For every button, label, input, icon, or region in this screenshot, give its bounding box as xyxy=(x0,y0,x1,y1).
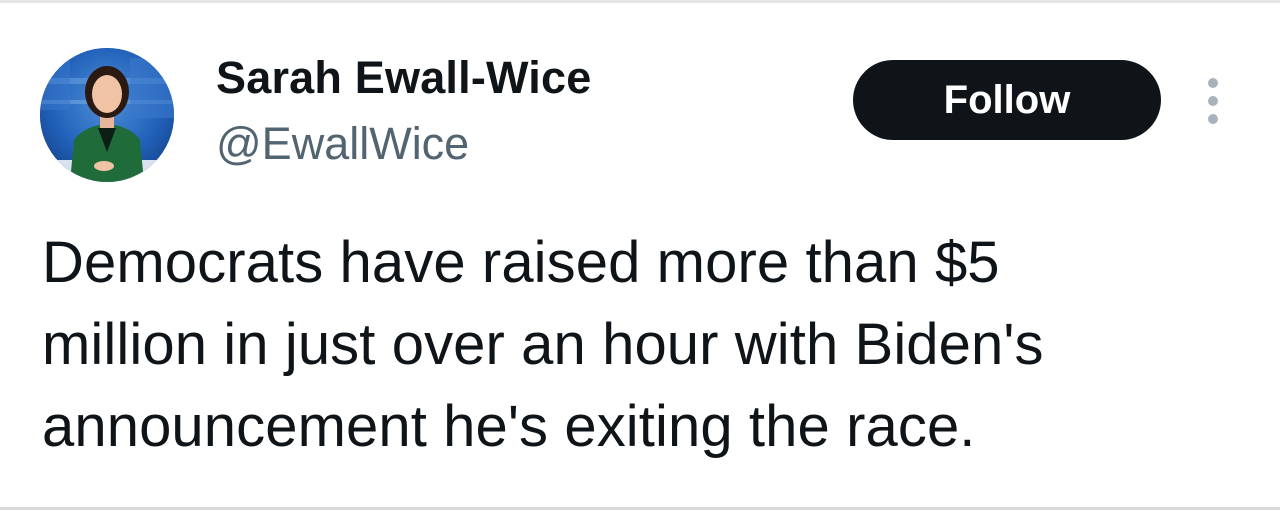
tweet-text: Democrats have raised more than $5 milli… xyxy=(42,222,1252,468)
more-vertical-icon[interactable] xyxy=(1198,78,1228,124)
author-handle[interactable]: @EwallWice xyxy=(216,118,469,170)
more-dot xyxy=(1208,114,1218,124)
tweet-text-line: Democrats have raised more than $5 xyxy=(42,230,1000,295)
tweet-card: Sarah Ewall-Wice @EwallWice Follow Democ… xyxy=(0,0,1280,510)
tweet-text-line: million in just over an hour with Biden'… xyxy=(42,312,1044,377)
author-avatar[interactable] xyxy=(40,48,174,182)
more-dot xyxy=(1208,96,1218,106)
avatar-photo-icon xyxy=(40,48,174,182)
more-dot xyxy=(1208,78,1218,88)
author-display-name[interactable]: Sarah Ewall-Wice xyxy=(216,52,591,104)
follow-button[interactable]: Follow xyxy=(853,60,1161,140)
tweet-text-line: announcement he's exiting the race. xyxy=(42,394,976,459)
top-divider xyxy=(0,0,1280,3)
